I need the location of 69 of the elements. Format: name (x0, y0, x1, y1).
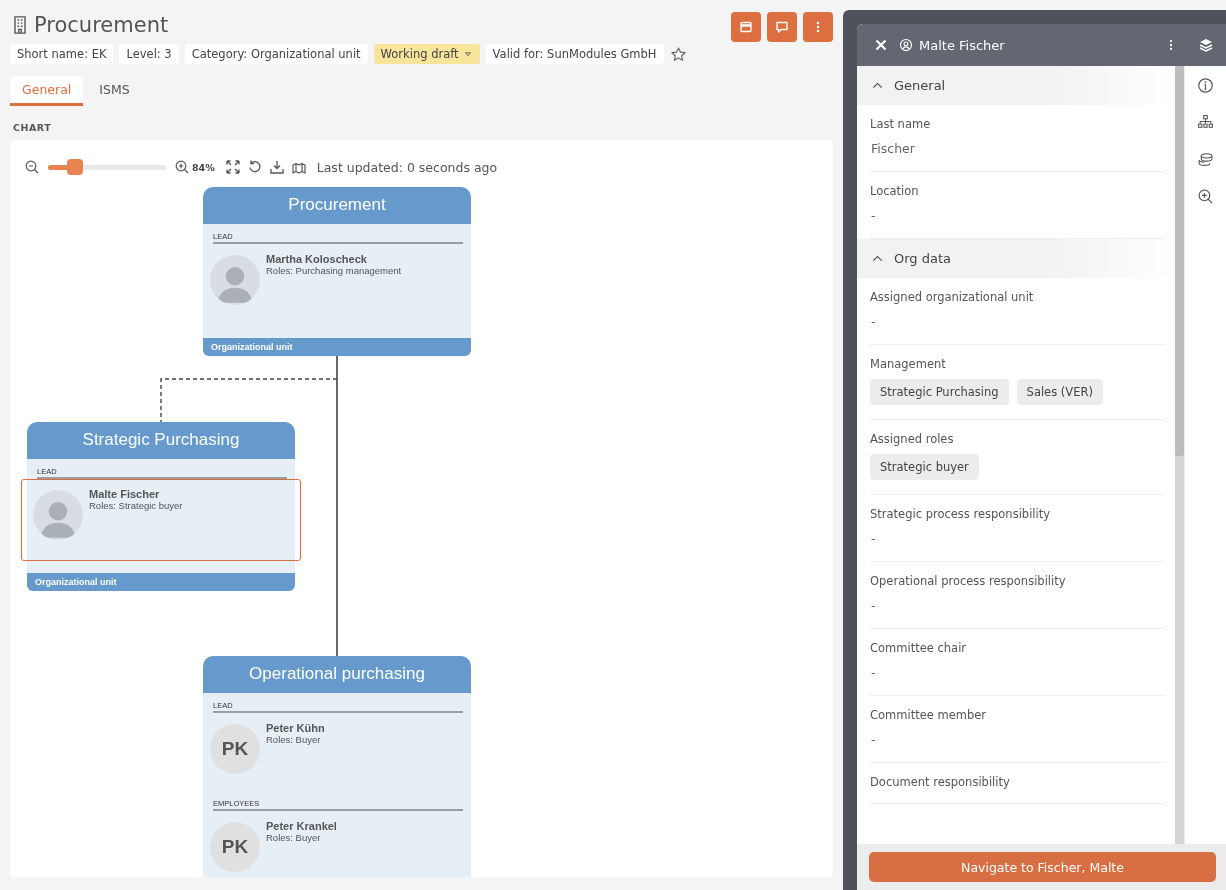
info-chip: Valid for: SunModules GmbH (485, 44, 664, 64)
field-value: - (871, 665, 877, 681)
member-roles: Roles: Purchasing management (266, 265, 402, 276)
field-label: Committee chair (870, 641, 968, 655)
unit-type-label: Organizational unit (203, 338, 471, 356)
member-name: Martha Koloscheck (266, 253, 368, 265)
info-chip: Level: 3 (119, 44, 179, 64)
field-label: Document responsibility (870, 775, 1011, 789)
tag-chip[interactable]: Strategic Purchasing (870, 379, 1009, 405)
comment-button[interactable] (767, 12, 797, 42)
tag-chip[interactable]: Strategic buyer (870, 454, 979, 480)
member-roles: Roles: Strategic buyer (89, 500, 183, 511)
star-icon[interactable] (669, 45, 687, 63)
field-value: - (871, 314, 877, 330)
unit-type-label: Organizational unit (27, 573, 295, 591)
member-name: Peter Kühn (266, 722, 325, 734)
caret-icon (462, 49, 473, 59)
member-name: Malte Fischer (89, 488, 161, 500)
person-circle-icon (899, 38, 913, 52)
page-title: Procurement (34, 13, 170, 37)
field-label: Operational process responsibility (870, 574, 1067, 588)
hierarchy-icon[interactable] (1197, 114, 1214, 131)
field-label: Assigned organizational unit (870, 290, 1035, 304)
zoom-out-icon[interactable] (24, 159, 40, 175)
speech-bubble-icon[interactable] (774, 19, 790, 35)
member-name: Peter Krankel (266, 820, 337, 832)
member-roles: Roles: Buyer (266, 832, 322, 843)
field-label: Committee member (870, 708, 988, 722)
window-icon[interactable] (738, 19, 754, 35)
stack-icon[interactable] (1197, 151, 1214, 168)
layers-icon[interactable] (1198, 37, 1214, 53)
field-value: - (871, 531, 877, 547)
field-value: - (871, 598, 877, 614)
info-icon[interactable] (1197, 77, 1214, 94)
status-dropdown[interactable]: Working draft (373, 44, 480, 64)
field-value: Fischer (871, 141, 916, 157)
download-icon[interactable] (268, 159, 285, 175)
fit-screen-icon[interactable] (224, 159, 241, 175)
zoom-in-icon[interactable] (174, 159, 190, 175)
info-chip: Category: Organizational unit (184, 44, 368, 64)
field-value: - (871, 732, 877, 748)
panel-title: Malte Fischer (919, 37, 1006, 53)
member-row[interactable]: PK Peter Krankel Roles: Buyer (203, 811, 471, 877)
avatar-initials: PK (210, 822, 260, 872)
field-label: Management (870, 357, 947, 371)
field-label: Assigned roles (870, 432, 955, 446)
slider-thumb[interactable] (67, 158, 84, 175)
member-roles: Roles: Buyer (266, 734, 322, 745)
close-icon[interactable] (873, 37, 889, 53)
unit-title: Strategic Purchasing (27, 422, 295, 459)
field-label: Strategic process responsibility (870, 507, 1052, 521)
info-chip: Short name: EK (10, 44, 114, 64)
window-button[interactable] (731, 12, 761, 42)
field-label: Last name (870, 117, 932, 131)
zoom-in-icon[interactable] (1197, 188, 1214, 205)
unit-title: Operational purchasing (203, 656, 471, 693)
member-row[interactable]: Malte Fischer Roles: Strategic buyer (21, 479, 301, 561)
zoom-percentage: 84% (192, 161, 215, 173)
avatar-initials: PK (210, 724, 260, 774)
tag-chip[interactable]: Sales (VER) (1016, 379, 1103, 405)
field-value: - (871, 208, 877, 224)
section-label: CHART (13, 122, 53, 133)
scrollbar-thumb[interactable] (1175, 66, 1184, 456)
field-label: Location (870, 184, 920, 198)
last-updated-text: Last updated: 0 seconds ago (316, 159, 498, 175)
member-row[interactable]: PK Peter Kühn Roles: Buyer (203, 713, 471, 795)
unit-title: Procurement (203, 187, 471, 224)
member-row[interactable]: Martha Koloscheck Roles: Purchasing management (203, 244, 471, 326)
tab[interactable]: ISMS (87, 76, 142, 106)
